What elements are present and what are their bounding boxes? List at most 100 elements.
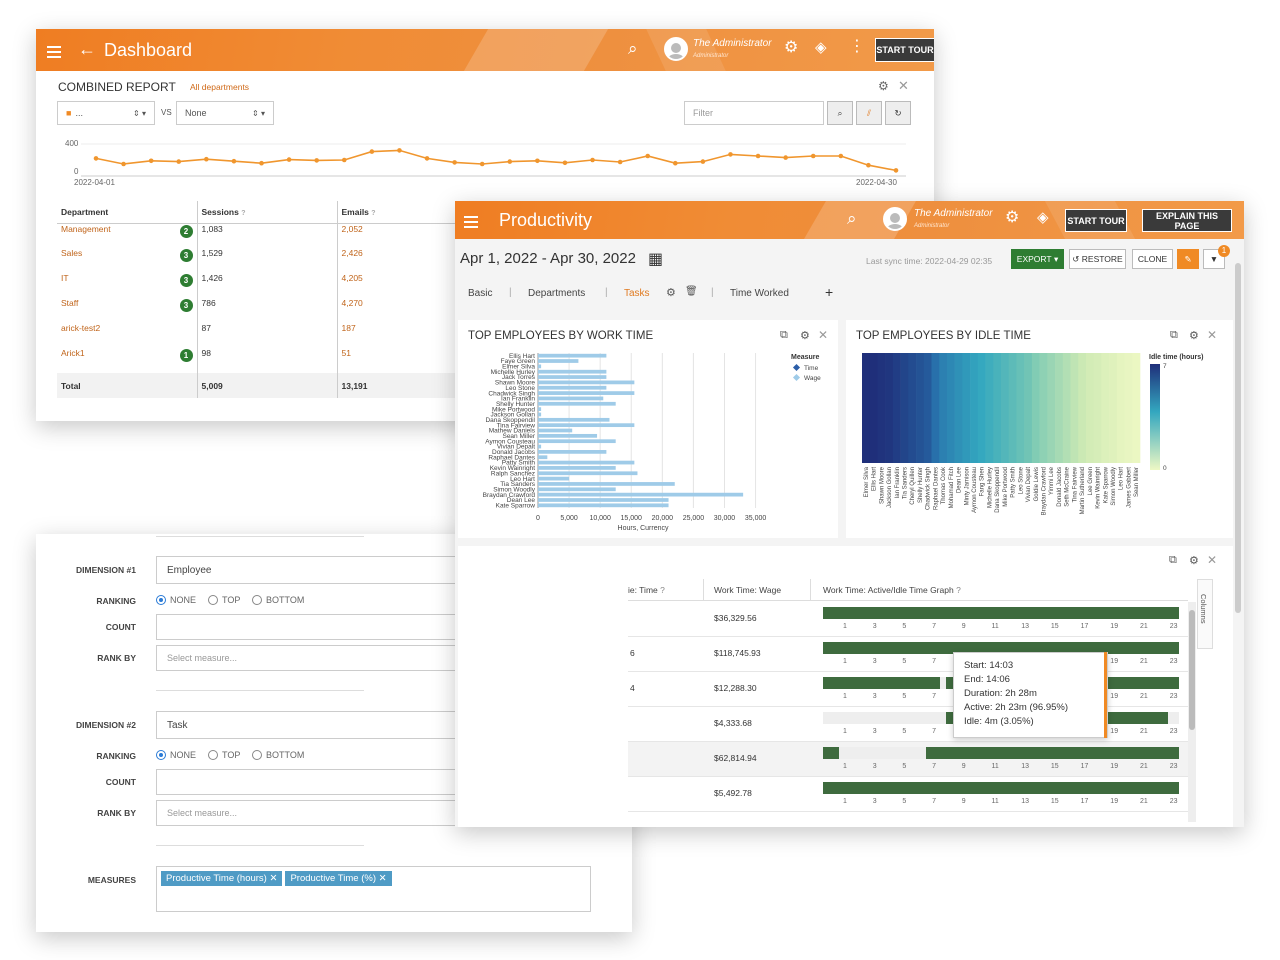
- bar[interactable]: [538, 364, 542, 369]
- filter-input[interactable]: Filter: [684, 101, 824, 125]
- tab-delete-icon[interactable]: 🗑: [685, 286, 698, 297]
- refresh-button[interactable]: ↻: [885, 101, 911, 125]
- data-point[interactable]: [728, 152, 733, 157]
- timeline-bar[interactable]: [823, 782, 1179, 794]
- bar[interactable]: [538, 396, 604, 401]
- menu-icon[interactable]: [47, 43, 61, 61]
- data-point[interactable]: [810, 153, 816, 159]
- avatar[interactable]: [883, 207, 907, 231]
- heat-cell[interactable]: [1055, 353, 1064, 463]
- heat-cell[interactable]: [1070, 353, 1079, 463]
- radio-bottom[interactable]: BOTTOM: [252, 595, 304, 605]
- legend-entry[interactable]: Wage: [804, 375, 821, 382]
- metric-select-right[interactable]: None ⇕ ▾: [176, 101, 274, 125]
- bar[interactable]: [538, 428, 573, 433]
- active-segment[interactable]: [926, 747, 1179, 759]
- bar[interactable]: [538, 460, 635, 465]
- bar[interactable]: [538, 455, 548, 460]
- heat-cell[interactable]: [916, 353, 925, 463]
- data-point[interactable]: [755, 153, 761, 159]
- bar[interactable]: [538, 407, 542, 411]
- table-row[interactable]: $62,814.94 1 3 5 7 9 11 13 15 17 19 21 23: [628, 742, 1188, 777]
- more-icon[interactable]: ⋮: [849, 39, 865, 55]
- heat-cell[interactable]: [954, 353, 963, 463]
- heat-cell[interactable]: [1031, 353, 1040, 463]
- add-tab-icon[interactable]: +: [825, 284, 833, 300]
- tab-tasks[interactable]: Tasks: [624, 288, 650, 299]
- bar[interactable]: [538, 492, 744, 497]
- heat-cell[interactable]: [1124, 353, 1133, 463]
- heat-cell[interactable]: [869, 353, 878, 463]
- bar[interactable]: [538, 482, 675, 486]
- alert-icon[interactable]: ◈: [1037, 210, 1049, 225]
- data-point[interactable]: [562, 160, 568, 166]
- data-point[interactable]: [535, 158, 540, 164]
- tab-time-worked[interactable]: Time Worked: [730, 288, 789, 299]
- data-point[interactable]: [369, 149, 375, 154]
- bar[interactable]: [538, 375, 607, 379]
- tab-departments[interactable]: Departments: [528, 288, 585, 299]
- bar[interactable]: [538, 503, 669, 508]
- data-point[interactable]: [204, 156, 209, 162]
- search-icon[interactable]: ⌕: [847, 210, 857, 227]
- heat-cell[interactable]: [1085, 353, 1094, 463]
- heat-cell[interactable]: [1024, 353, 1033, 463]
- data-point[interactable]: [866, 162, 871, 168]
- heat-cell[interactable]: [962, 353, 971, 463]
- data-point[interactable]: [673, 160, 678, 166]
- window-scrollbar[interactable]: [1235, 263, 1241, 613]
- col-sessions[interactable]: Sessions ?: [197, 201, 338, 223]
- heat-cell[interactable]: [923, 353, 932, 463]
- explain-page-button[interactable]: EXPLAIN THIS PAGE: [1142, 209, 1232, 232]
- data-point[interactable]: [259, 160, 264, 166]
- data-point[interactable]: [893, 168, 899, 173]
- heat-cell[interactable]: [1016, 353, 1025, 463]
- bar[interactable]: [538, 423, 635, 428]
- edit-button[interactable]: ✎: [1177, 249, 1199, 269]
- measure-chip-percent[interactable]: Productive Time (%) ✕: [285, 871, 392, 886]
- data-point[interactable]: [452, 160, 457, 165]
- heat-cell[interactable]: [908, 353, 917, 463]
- active-segment[interactable]: [823, 677, 941, 689]
- calendar-icon[interactable]: ▦: [648, 249, 663, 269]
- bar[interactable]: [538, 391, 635, 395]
- heat-cell[interactable]: [939, 353, 948, 463]
- radio-none[interactable]: NONE: [156, 595, 196, 605]
- heat-cell[interactable]: [1008, 353, 1017, 463]
- dept-name[interactable]: IT 3: [57, 273, 198, 298]
- data-point[interactable]: [507, 159, 513, 164]
- radio2-bottom[interactable]: BOTTOM: [252, 750, 304, 760]
- table-row[interactable]: $5,492.78 1 3 5 7 9 11 13 15 17 19 21 23: [628, 777, 1188, 812]
- bar[interactable]: [538, 359, 579, 363]
- avatar[interactable]: [664, 37, 688, 61]
- gear-icon[interactable]: ⚙: [784, 40, 798, 56]
- grid-scrollbar-thumb[interactable]: [1189, 610, 1195, 730]
- search-icon[interactable]: ⌕: [628, 40, 638, 57]
- radio-top[interactable]: TOP: [208, 595, 240, 605]
- metric-select-left[interactable]: ■... ⇕ ▾: [57, 101, 155, 125]
- col-graph[interactable]: Work Time: Active/Idle Time Graph ?: [823, 585, 961, 595]
- heat-cell[interactable]: [946, 353, 955, 463]
- col-time[interactable]: ie: Time ?: [628, 585, 665, 595]
- date-range[interactable]: Apr 1, 2022 - Apr 30, 2022: [460, 250, 636, 267]
- data-point[interactable]: [838, 153, 844, 159]
- bar[interactable]: [538, 439, 616, 444]
- data-point[interactable]: [783, 155, 788, 160]
- clone-button[interactable]: CLONE: [1132, 249, 1173, 269]
- heat-cell[interactable]: [1039, 353, 1048, 463]
- data-point[interactable]: [286, 157, 292, 162]
- heat-cell[interactable]: [1109, 353, 1118, 463]
- close-icon[interactable]: ✕: [898, 78, 909, 94]
- data-point[interactable]: [314, 158, 319, 163]
- bar[interactable]: [538, 476, 570, 481]
- legend-entry[interactable]: Time: [804, 365, 819, 372]
- dept-name[interactable]: Arick1 1: [57, 348, 198, 373]
- timeline-bar[interactable]: [823, 607, 1179, 619]
- heat-cell[interactable]: [1101, 353, 1110, 463]
- bar[interactable]: [538, 417, 610, 422]
- timeline-bar[interactable]: [823, 747, 1179, 759]
- dept-name[interactable]: Management 2: [57, 223, 198, 248]
- heat-cell[interactable]: [877, 353, 886, 463]
- bar[interactable]: [538, 433, 598, 438]
- data-point[interactable]: [424, 156, 430, 161]
